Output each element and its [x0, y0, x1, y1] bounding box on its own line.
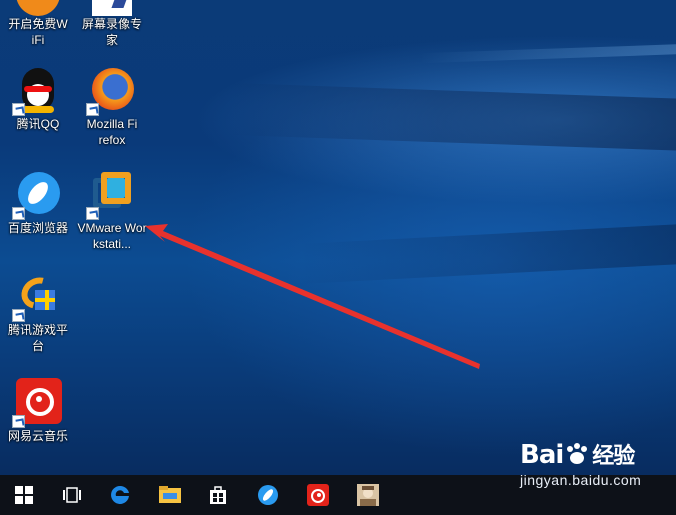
task-view-button[interactable] [48, 475, 96, 515]
wifi-app-icon [14, 0, 62, 16]
desktop-icon-label: 腾讯游戏平台 [7, 323, 68, 353]
desktop-icon-baidu-browser[interactable]: 百度浏览器 [0, 170, 76, 236]
screen-recorder-icon [88, 0, 136, 16]
desktop-icon-netease-music[interactable]: 网易云音乐 [0, 378, 76, 444]
taskbar-store-button[interactable] [194, 475, 242, 515]
desktop-icon-screen-recorder[interactable]: 屏幕录像专家 [74, 0, 150, 48]
taskbar-baidu-browser-button[interactable] [244, 475, 292, 515]
netease-music-icon [12, 378, 62, 428]
desktop-icon-label: VMware Workstati... [77, 221, 147, 251]
watermark-url: jingyan.baidu.com [520, 472, 642, 488]
desktop-icon-firefox[interactable]: Mozilla Firefox [74, 66, 150, 148]
watermark-logo-cn: 经验 [592, 444, 635, 469]
shortcut-arrow-icon [86, 207, 99, 220]
desktop-icon-label: 屏幕录像专家 [81, 17, 142, 47]
shortcut-arrow-icon [86, 103, 99, 116]
taskbar-photo-button[interactable] [344, 475, 392, 515]
baidu-browser-icon [12, 170, 62, 220]
desktop-wallpaper: 开启免费WiFi 屏幕录像专家 腾讯QQ Mozilla Firefox 百度浏… [0, 0, 676, 475]
task-view-icon [63, 487, 81, 503]
file-explorer-icon [159, 486, 181, 503]
shortcut-arrow-icon [12, 415, 25, 428]
desktop-icon-label: 百度浏览器 [7, 221, 68, 235]
desktop-icon-free-wifi[interactable]: 开启免费WiFi [0, 0, 76, 48]
shortcut-arrow-icon [12, 207, 25, 220]
desktop-icon-label: 开启免费WiFi [8, 17, 68, 47]
store-icon [210, 486, 226, 504]
baidu-jingyan-watermark: Bai 经验 jingyan.baidu.com [520, 438, 670, 500]
desktop-icon-vmware[interactable]: VMware Workstati... [74, 170, 150, 252]
taskbar-netease-music-button[interactable] [294, 475, 342, 515]
tencent-game-icon [12, 271, 62, 322]
paw-icon [567, 443, 588, 464]
edge-icon [111, 485, 129, 504]
user-photo-icon [357, 484, 379, 506]
desktop-icon-label: Mozilla Firefox [86, 117, 138, 147]
taskbar-explorer-button[interactable] [146, 475, 194, 515]
desktop-icon-qq[interactable]: 腾讯QQ [0, 66, 76, 132]
firefox-icon [86, 66, 136, 116]
wallpaper-light-beam [420, 42, 676, 64]
watermark-logo: Bai [520, 440, 564, 470]
shortcut-arrow-icon [12, 309, 25, 322]
desktop-icon-label: 网易云音乐 [7, 429, 68, 443]
windows-start-icon [15, 486, 33, 504]
wallpaper-light-beam [230, 82, 676, 154]
desktop-icon-label: 腾讯QQ [16, 117, 60, 131]
vmware-icon [86, 170, 136, 220]
wallpaper-light-beam [300, 219, 676, 285]
shortcut-arrow-icon [12, 103, 25, 116]
start-button[interactable] [0, 475, 48, 515]
taskbar-edge-button[interactable] [96, 475, 144, 515]
netease-music-icon [307, 484, 329, 506]
qq-icon [12, 66, 62, 116]
baidu-browser-icon [258, 485, 278, 505]
desktop-icon-tencent-games[interactable]: 腾讯游戏平台 [0, 271, 76, 354]
